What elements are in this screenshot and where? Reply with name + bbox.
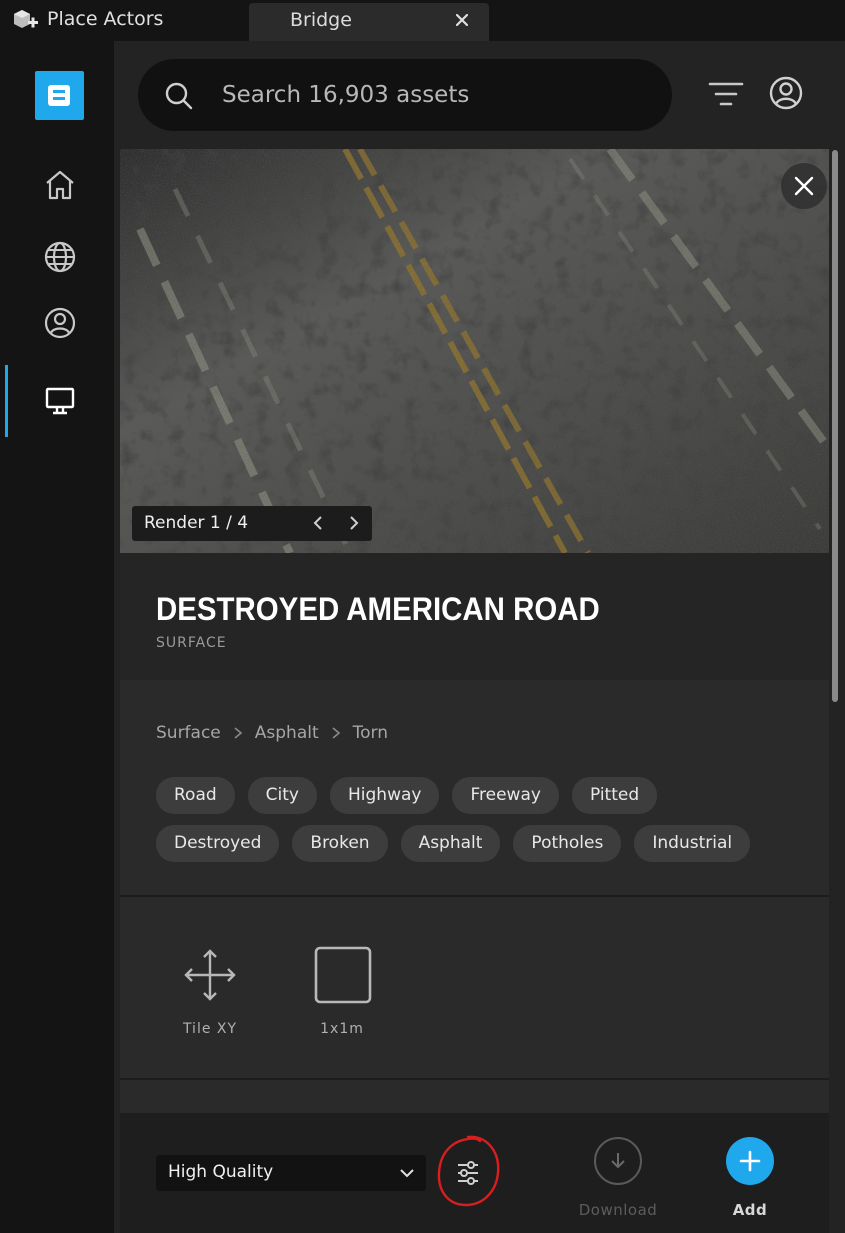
user-circle-icon: [44, 307, 76, 339]
quality-select[interactable]: High Quality: [156, 1155, 426, 1191]
add-label: Add: [732, 1201, 768, 1219]
section-divider: [120, 895, 829, 897]
main-area: Render 1 / 4 DESTROYED AMERICAN ROAD SUR…: [114, 41, 845, 1233]
square-icon: [314, 946, 372, 1004]
chevron-right-icon: [332, 727, 340, 739]
app-title: Place Actors: [47, 8, 164, 30]
tag-chip[interactable]: Asphalt: [400, 825, 501, 862]
breadcrumb-item[interactable]: Torn: [353, 723, 388, 743]
tag-chip[interactable]: City: [247, 777, 317, 814]
asset-preview-image[interactable]: Render 1 / 4: [120, 149, 829, 553]
chevron-left-icon[interactable]: [310, 514, 328, 532]
close-icon: [794, 176, 814, 196]
quality-selected: High Quality: [168, 1162, 274, 1182]
search-input[interactable]: [222, 77, 642, 113]
annotation-circle: [437, 1135, 500, 1207]
close-preview-button[interactable]: [781, 163, 827, 209]
chevron-down-icon: [400, 1169, 414, 1178]
tag-chip[interactable]: Potholes: [513, 825, 622, 862]
render-label: Render 1 / 4: [144, 513, 249, 533]
tag-chip[interactable]: Freeway: [452, 777, 559, 814]
monitor-icon: [45, 387, 75, 415]
move-arrows-icon: [184, 949, 236, 1001]
close-icon[interactable]: [453, 11, 471, 29]
tab-bridge[interactable]: Bridge: [249, 3, 489, 41]
tab-label: Bridge: [290, 9, 352, 31]
action-footer: High Quality Download Add: [120, 1113, 829, 1233]
tag-chip[interactable]: Industrial: [634, 825, 751, 862]
plus-icon: [726, 1137, 774, 1185]
asset-title: DESTROYED AMERICAN ROAD: [156, 591, 600, 627]
render-navigator: Render 1 / 4: [132, 506, 372, 541]
scrollbar-thumb[interactable]: [832, 150, 838, 702]
tag-chip[interactable]: Broken: [292, 825, 388, 862]
chevron-right-icon[interactable]: [344, 514, 362, 532]
active-indicator: [5, 365, 8, 437]
asset-type: SURFACE: [156, 635, 227, 651]
section-divider: [120, 1078, 829, 1080]
asset-header: DESTROYED AMERICAN ROAD SURFACE: [120, 553, 829, 680]
add-button[interactable]: Add: [700, 1137, 800, 1219]
sidebar: [0, 41, 114, 1233]
tag-row: Road City Highway Freeway Pitted: [156, 777, 816, 814]
breadcrumb-item[interactable]: Asphalt: [255, 723, 319, 743]
search-icon: [165, 82, 193, 110]
property-tile-xy: Tile XY: [165, 945, 255, 1037]
tag-list: Road City Highway Freeway Pitted Destroy…: [156, 777, 816, 873]
tag-row: Destroyed Broken Asphalt Potholes Indust…: [156, 825, 816, 862]
road-texture: [120, 149, 829, 553]
property-size: 1x1m: [297, 945, 387, 1037]
sidebar-item-local[interactable]: [40, 381, 80, 421]
download-icon: [594, 1137, 642, 1185]
breadcrumb-item[interactable]: Surface: [156, 723, 221, 743]
sidebar-item-profile[interactable]: [40, 303, 80, 343]
category-breadcrumb: Surface Asphalt Torn: [156, 723, 388, 743]
search-bar[interactable]: [138, 59, 672, 131]
download-button[interactable]: Download: [568, 1137, 668, 1219]
sidebar-item-globe[interactable]: [40, 237, 80, 277]
account-icon[interactable]: [768, 75, 804, 111]
tag-chip[interactable]: Road: [156, 777, 235, 814]
asset-detail-panel: Render 1 / 4 DESTROYED AMERICAN ROAD SUR…: [120, 149, 829, 1233]
property-label: 1x1m: [320, 1021, 364, 1037]
filter-icon[interactable]: [708, 79, 744, 111]
place-actors-icon: [14, 10, 38, 28]
tag-chip[interactable]: Pitted: [571, 777, 658, 814]
bridge-logo[interactable]: [35, 71, 84, 120]
property-label: Tile XY: [182, 1021, 238, 1037]
title-bar: Place Actors Bridge: [0, 0, 845, 41]
chevron-right-icon: [234, 727, 243, 739]
sidebar-item-home[interactable]: [40, 165, 80, 205]
download-label: Download: [578, 1201, 658, 1219]
tag-chip[interactable]: Destroyed: [156, 825, 280, 862]
bridge-logo-icon: [48, 85, 70, 106]
home-icon: [46, 170, 74, 200]
tag-chip[interactable]: Highway: [330, 777, 440, 814]
globe-icon: [44, 241, 76, 273]
